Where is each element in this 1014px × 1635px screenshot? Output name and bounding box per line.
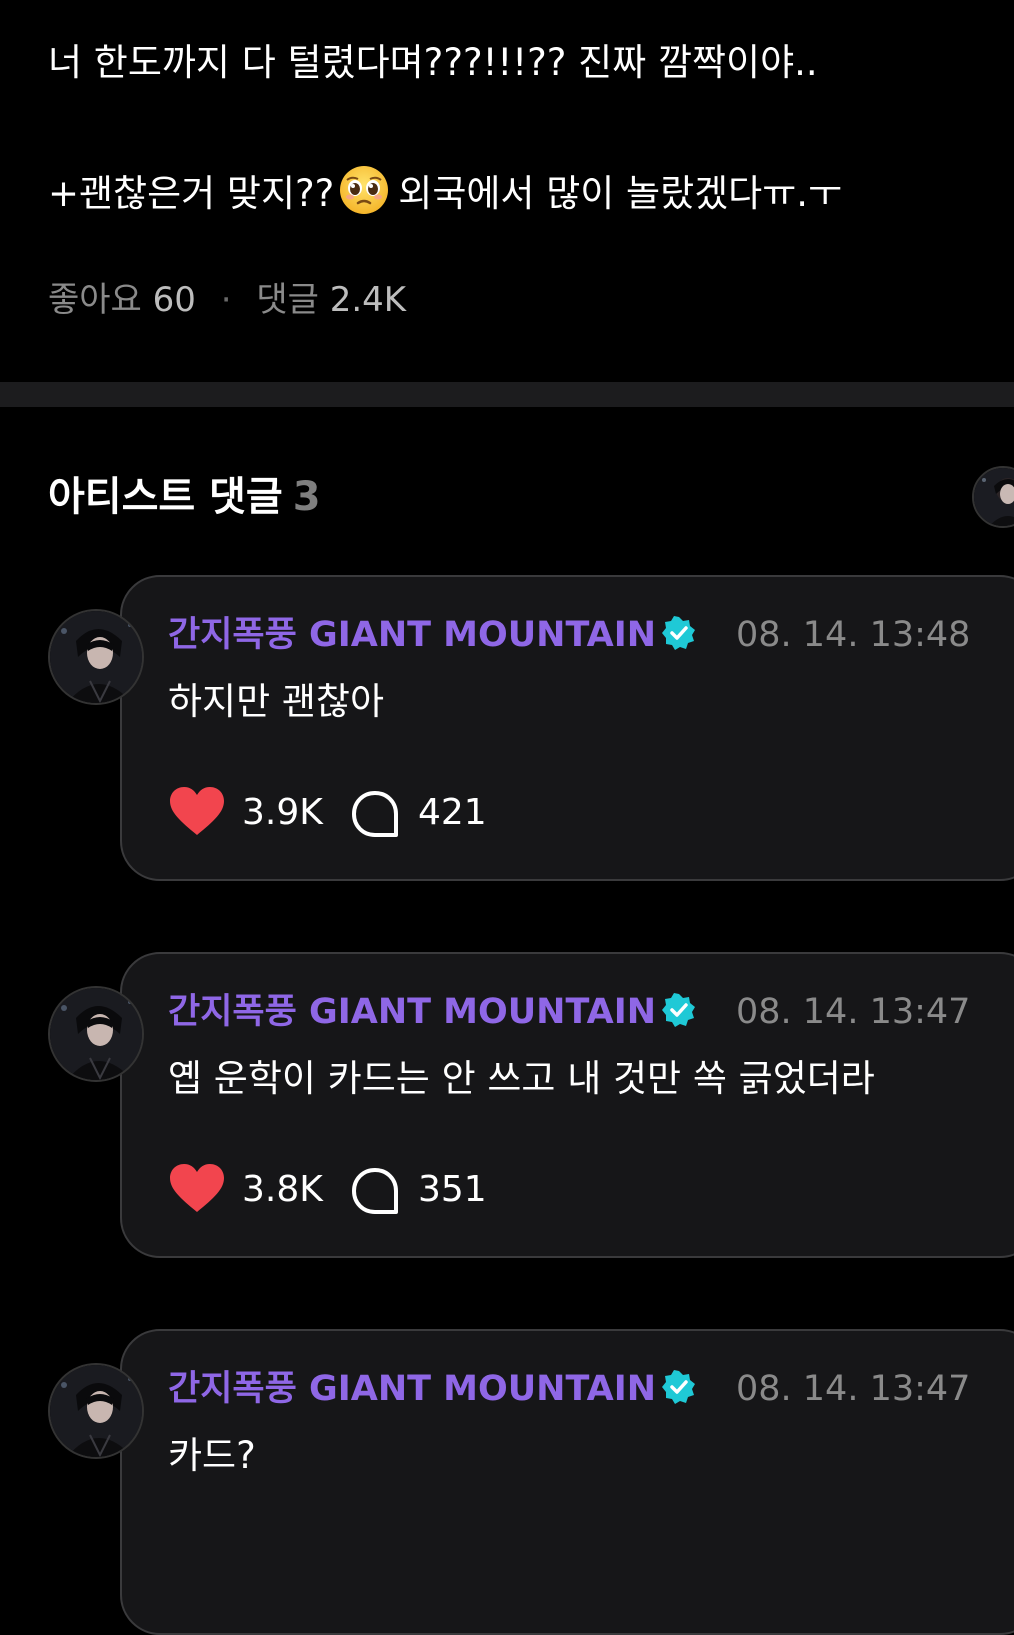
comment-author-name[interactable]: 간지폭풍 GIANT MOUNTAIN	[168, 992, 656, 1032]
comment-timestamp: 08. 14. 13:47	[736, 1369, 971, 1409]
artist-comment: 간지폭풍 GIANT MOUNTAIN 08. 14. 13:47 옙 운학이 …	[0, 952, 1014, 1258]
comment-avatar[interactable]	[48, 986, 144, 1082]
reply-bubble-icon[interactable]	[350, 1166, 400, 1216]
post-text-line-1: 너 한도까지 다 털렸다며???!!!?? 진짜 깜짝이야..	[48, 41, 818, 84]
verified-badge-icon	[662, 1370, 696, 1404]
reply-bubble-icon[interactable]	[350, 789, 400, 839]
artist-comments-label: 아티스트 댓글	[48, 474, 283, 520]
like-count[interactable]: 3.9K	[242, 791, 323, 835]
artist-comments-title: 아티스트 댓글 3	[48, 472, 321, 522]
heart-icon[interactable]	[170, 787, 224, 837]
artist-comment: 간지폭풍 GIANT MOUNTAIN 08. 14. 13:48 하지만 괜찮…	[0, 575, 1014, 881]
comment-text: 카드?	[168, 1434, 256, 1477]
comment-avatar[interactable]	[48, 1363, 144, 1459]
post-text-line-2-start: +괜찮은거 맞지??	[48, 172, 335, 215]
likes-label[interactable]: 좋아요	[48, 280, 142, 320]
comment-author-name[interactable]: 간지폭풍 GIANT MOUNTAIN	[168, 615, 656, 655]
section-divider	[0, 382, 1014, 407]
comment-avatar[interactable]	[48, 609, 144, 705]
verified-badge-icon	[662, 616, 696, 650]
comments-label[interactable]: 댓글	[256, 280, 319, 320]
post-text-line-2: +괜찮은거 맞지?? 외국에서 많이 놀랐겠다ㅠ.ㅜ	[48, 164, 842, 217]
comment-text: 옙 운학이 카드는 안 쓰고 내 것만 쏙 긁었더라	[168, 1057, 875, 1100]
stats-separator: ·	[220, 280, 232, 320]
comment-author[interactable]: 간지폭풍 GIANT MOUNTAIN	[168, 1367, 696, 1411]
comment-author[interactable]: 간지폭풍 GIANT MOUNTAIN	[168, 990, 696, 1034]
reply-count[interactable]: 421	[418, 791, 487, 835]
post-body: 너 한도까지 다 털렸다며???!!!?? 진짜 깜짝이야.. +괜찮은거 맞지…	[0, 0, 1014, 382]
pleading-face-emoji-icon	[340, 166, 389, 214]
artist-comments-count: 3	[292, 474, 321, 520]
artist-avatar[interactable]	[972, 466, 1014, 528]
reply-count[interactable]: 351	[418, 1168, 487, 1212]
comments-count[interactable]: 2.4K	[330, 280, 406, 320]
comment-author-name[interactable]: 간지폭풍 GIANT MOUNTAIN	[168, 1369, 656, 1409]
comment-timestamp: 08. 14. 13:47	[736, 992, 971, 1032]
post-text-line-2-end: 외국에서 많이 놀랐겠다ㅠ.ㅜ	[398, 172, 843, 215]
post-stats: 좋아요 60 · 댓글 2.4K	[48, 280, 406, 320]
comment-author[interactable]: 간지폭풍 GIANT MOUNTAIN	[168, 613, 696, 657]
comment-text: 하지만 괜찮아	[168, 680, 385, 723]
heart-icon[interactable]	[170, 1164, 224, 1214]
verified-badge-icon	[662, 993, 696, 1027]
likes-count[interactable]: 60	[153, 280, 196, 320]
like-count[interactable]: 3.8K	[242, 1168, 323, 1212]
artist-comment: 간지폭풍 GIANT MOUNTAIN 08. 14. 13:47 카드?	[0, 1329, 1014, 1635]
comment-timestamp: 08. 14. 13:48	[736, 615, 971, 655]
